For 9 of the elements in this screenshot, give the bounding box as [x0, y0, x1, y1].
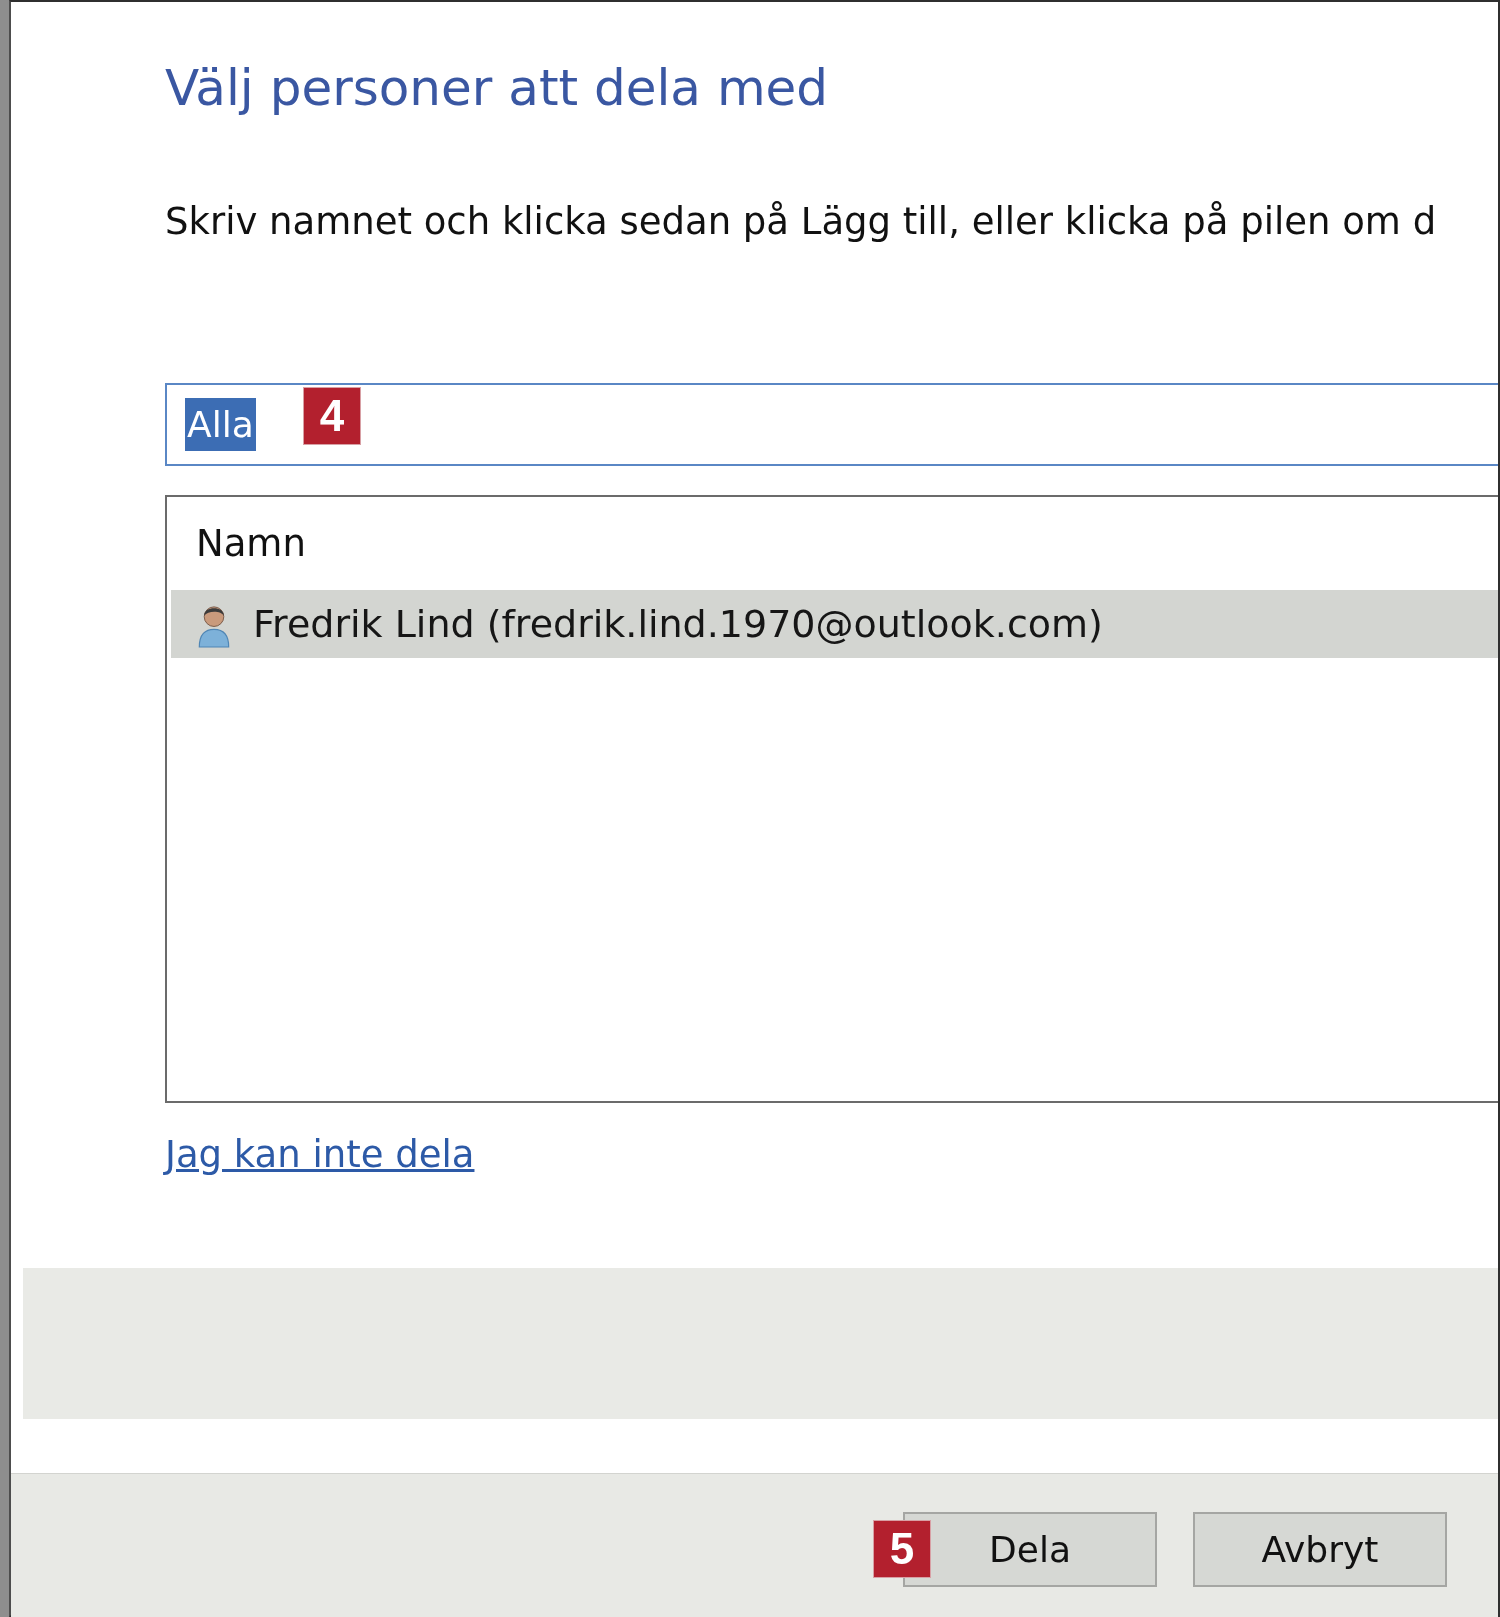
- contact-row[interactable]: Fredrik Lind (fredrik.lind.1970@outlook.com): [171, 590, 1498, 658]
- dialog-button[interactable]: Avbryt: [1193, 1512, 1447, 1587]
- help-link[interactable]: Jag kan inte dela: [165, 1133, 475, 1176]
- step-badge: 5: [873, 1520, 931, 1578]
- dialog-title: Välj personer att dela med: [165, 58, 829, 118]
- step-badge: 4: [303, 387, 361, 445]
- column-header[interactable]: Namn: [196, 522, 306, 566]
- input-value: Alla: [185, 398, 256, 451]
- instruction-text: Skriv namnet och klicka sedan på Lägg till, eller klicka på pilen om d: [165, 200, 1437, 244]
